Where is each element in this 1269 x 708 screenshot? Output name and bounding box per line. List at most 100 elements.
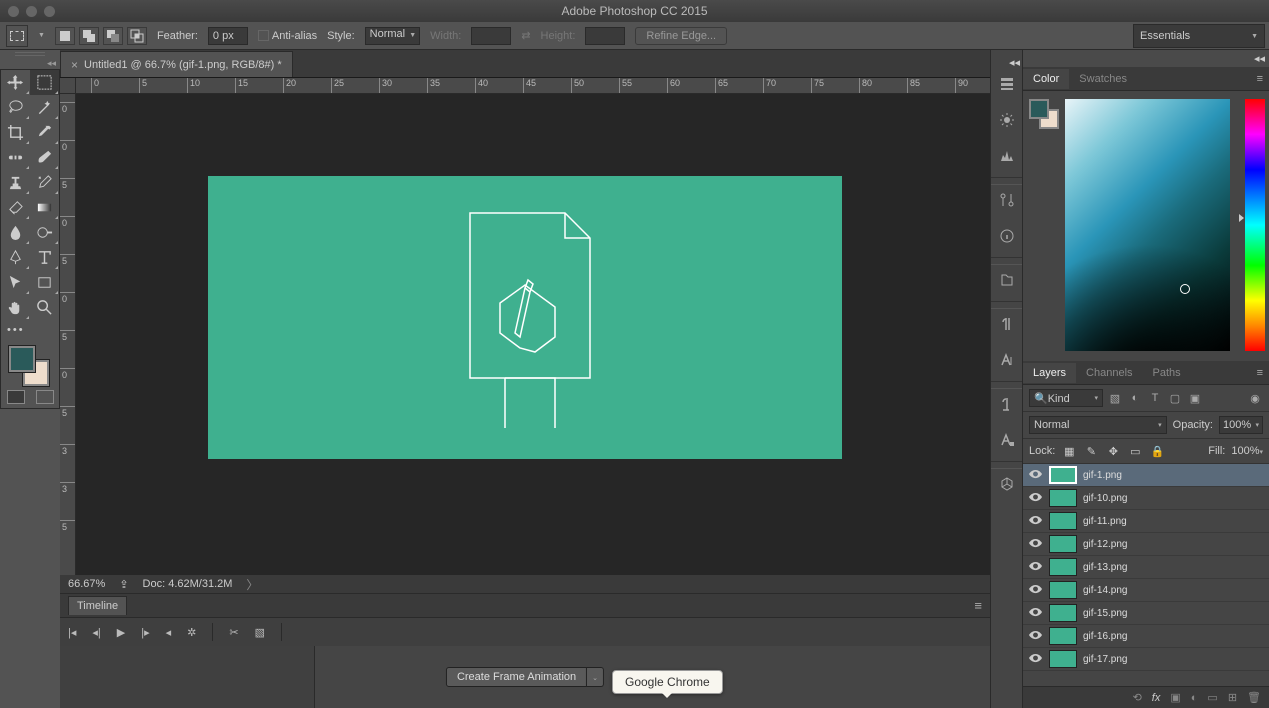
panel-menu-icon[interactable]: ≡ (974, 598, 982, 613)
glyphs-panel-icon[interactable] (993, 389, 1021, 419)
lock-all-icon[interactable]: 🔒 (1149, 443, 1165, 459)
collapse-icon[interactable]: ◂◂ (1023, 50, 1269, 67)
selection-new-icon[interactable] (55, 27, 75, 45)
styles-panel-icon[interactable] (993, 425, 1021, 455)
filter-shape-icon[interactable]: ▢ (1167, 390, 1183, 406)
selection-intersect-icon[interactable] (127, 27, 147, 45)
path-selection-tool-icon[interactable] (1, 270, 30, 295)
lock-transparency-icon[interactable]: ▦ (1061, 443, 1077, 459)
layer-thumbnail[interactable] (1049, 466, 1077, 484)
feather-input[interactable] (208, 27, 248, 45)
timeline-body[interactable]: Create Frame Animation ⌄ (60, 646, 990, 708)
move-tool-icon[interactable] (1, 70, 30, 95)
layer-row[interactable]: gif-16.png (1023, 625, 1269, 648)
color-tab[interactable]: Color (1023, 69, 1069, 89)
eyedropper-tool-icon[interactable] (30, 120, 59, 145)
current-tool-icon[interactable] (6, 25, 28, 47)
lock-position-icon[interactable]: ✥ (1105, 443, 1121, 459)
close-tab-icon[interactable]: × (71, 58, 78, 72)
color-field[interactable] (1065, 99, 1230, 351)
layer-row[interactable]: gif-12.png (1023, 533, 1269, 556)
hand-tool-icon[interactable] (1, 295, 30, 320)
visibility-icon[interactable] (1027, 515, 1043, 528)
standard-mode-icon[interactable] (7, 390, 25, 404)
layer-thumbnail[interactable] (1049, 650, 1077, 668)
filter-toggle-icon[interactable]: ◉ (1247, 390, 1263, 406)
prev-frame-icon[interactable]: ◂| (92, 626, 100, 639)
layer-row[interactable]: gif-17.png (1023, 648, 1269, 671)
layer-row[interactable]: gif-15.png (1023, 602, 1269, 625)
blend-mode-select[interactable]: Normal▾ (1029, 416, 1167, 434)
brush-tool-icon[interactable] (30, 145, 59, 170)
layer-row[interactable]: gif-11.png (1023, 510, 1269, 533)
swatches-tab[interactable]: Swatches (1069, 69, 1137, 89)
share-icon[interactable]: ⇪ (119, 578, 128, 591)
visibility-icon[interactable] (1027, 492, 1043, 505)
layers-tab[interactable]: Layers (1023, 363, 1076, 383)
filter-pixel-icon[interactable]: ▧ (1107, 390, 1123, 406)
zoom-tool-icon[interactable] (30, 295, 59, 320)
character-panel-icon[interactable] (993, 345, 1021, 375)
play-icon[interactable]: ▶ (117, 626, 125, 639)
layer-thumbnail[interactable] (1049, 489, 1077, 507)
visibility-icon[interactable] (1027, 538, 1043, 551)
layer-thumbnail[interactable] (1049, 627, 1077, 645)
new-fill-icon[interactable]: ◐ (1191, 692, 1198, 704)
healing-brush-tool-icon[interactable] (1, 145, 30, 170)
doc-size[interactable]: Doc: 4.62M/31.2M (143, 578, 233, 590)
pen-tool-icon[interactable] (1, 245, 30, 270)
layer-thumbnail[interactable] (1049, 558, 1077, 576)
go-start-icon[interactable]: |◂ (68, 626, 76, 639)
gradient-tool-icon[interactable] (30, 195, 59, 220)
layer-mask-icon[interactable]: ▣ (1170, 691, 1180, 704)
ruler-origin[interactable] (60, 78, 76, 94)
3d-panel-icon[interactable] (993, 469, 1021, 499)
workspace-switcher[interactable]: Essentials▼ (1133, 24, 1265, 48)
panel-menu-icon[interactable]: ≡ (1251, 367, 1269, 379)
eraser-tool-icon[interactable] (1, 195, 30, 220)
dodge-tool-icon[interactable] (30, 220, 59, 245)
layer-name[interactable]: gif-13.png (1083, 562, 1127, 573)
style-select[interactable]: Normal▼ (365, 27, 420, 45)
chevron-down-icon[interactable]: ⌄ (587, 667, 604, 687)
link-layers-icon[interactable]: ⟲ (1133, 691, 1142, 704)
visibility-icon[interactable] (1027, 607, 1043, 620)
zoom-value[interactable]: 66.67% (68, 578, 105, 590)
history-panel-icon[interactable] (993, 69, 1021, 99)
lock-pixels-icon[interactable]: ✎ (1083, 443, 1099, 459)
new-group-icon[interactable]: ▭ (1207, 691, 1217, 704)
close-icon[interactable] (8, 6, 19, 17)
magic-wand-tool-icon[interactable] (30, 95, 59, 120)
chevron-down-icon[interactable]: ▼ (38, 32, 45, 39)
filter-kind-select[interactable]: 🔍Kind▾ (1029, 389, 1103, 407)
layer-row[interactable]: gif-1.png (1023, 464, 1269, 487)
scissors-icon[interactable]: ✂ (229, 626, 238, 639)
filter-type-icon[interactable]: T (1147, 390, 1163, 406)
layer-thumbnail[interactable] (1049, 535, 1077, 553)
settings-icon[interactable]: ✲ (187, 626, 196, 639)
window-controls[interactable] (8, 6, 55, 17)
next-frame-icon[interactable]: |▸ (141, 626, 149, 639)
histogram-panel-icon[interactable] (993, 141, 1021, 171)
type-tool-icon[interactable] (30, 245, 59, 270)
crop-tool-icon[interactable] (1, 120, 30, 145)
create-frame-animation-button[interactable]: Create Frame Animation ⌄ (446, 667, 604, 687)
layer-name[interactable]: gif-15.png (1083, 608, 1127, 619)
zoom-icon[interactable] (44, 6, 55, 17)
collapse-icon[interactable]: ◂◂ (0, 58, 60, 69)
refine-edge-button[interactable]: Refine Edge... (635, 27, 727, 45)
selection-add-icon[interactable] (79, 27, 99, 45)
layer-thumbnail[interactable] (1049, 604, 1077, 622)
layer-name[interactable]: gif-12.png (1083, 539, 1127, 550)
timeline-tab[interactable]: Timeline (68, 596, 127, 615)
panel-menu-icon[interactable]: ≡ (1251, 73, 1269, 85)
fill-input[interactable]: 100%▾ (1231, 445, 1263, 457)
quick-mask-mode-icon[interactable] (36, 390, 54, 404)
history-brush-tool-icon[interactable] (30, 170, 59, 195)
opacity-input[interactable]: 100%▾ (1219, 416, 1263, 434)
visibility-icon[interactable] (1027, 469, 1043, 482)
more-tools-icon[interactable]: ••• (1, 320, 59, 340)
ruler-vertical[interactable]: 005050505335 (60, 94, 76, 575)
visibility-icon[interactable] (1027, 653, 1043, 666)
lasso-tool-icon[interactable] (1, 95, 30, 120)
